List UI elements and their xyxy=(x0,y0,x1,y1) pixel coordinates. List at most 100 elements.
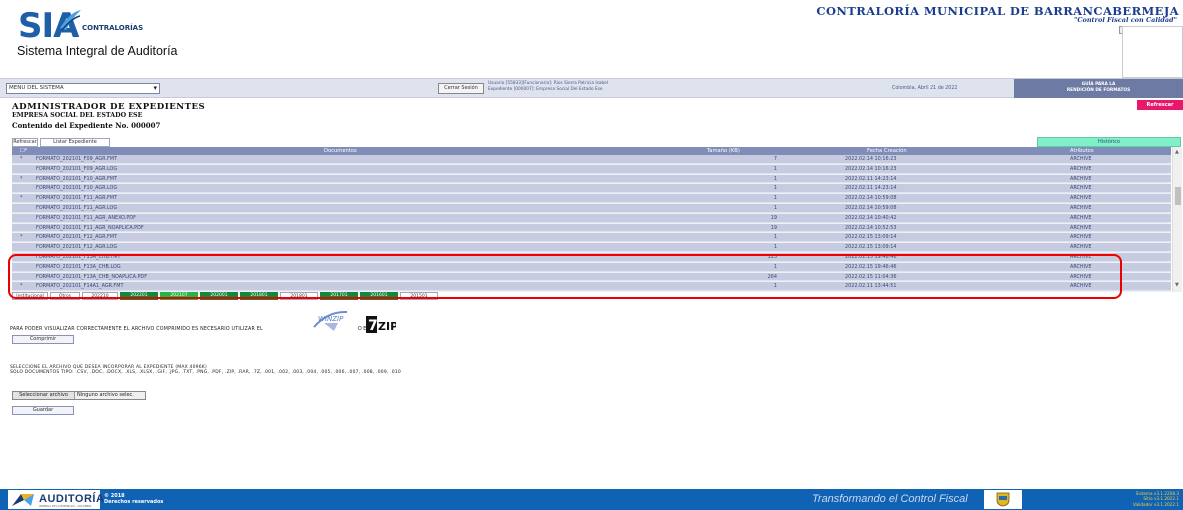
document-attributes: ARCHIVE xyxy=(1070,214,1092,221)
document-size: 19 xyxy=(770,224,777,231)
document-name[interactable]: FORMATO_202101_F11_AGR.FMT xyxy=(36,194,117,203)
row-star-marker: * xyxy=(20,195,23,202)
compress-button[interactable]: Comprimir xyxy=(12,335,74,344)
table-row[interactable]: * FORMATO_202101_F09_AGR.FMT 7 2022.02.14 1… xyxy=(12,155,1171,164)
compress-message: PARA PODER VISUALIZAR CORRECTAMENTE EL A… xyxy=(10,327,263,332)
document-size: 1 xyxy=(773,195,777,202)
file-input[interactable]: Seleccionar archivo Ninguno archivo sele… xyxy=(12,391,146,400)
document-attributes: ARCHIVE xyxy=(1070,175,1092,182)
table-row[interactable]: * FORMATO_202101_F10_AGR.FMT 1 2022.02.11 1… xyxy=(12,174,1171,184)
page-title: ADMINISTRADOR DE EXPEDIENTES xyxy=(12,102,206,112)
system-menu-select[interactable]: MENU DEL SISTEMA ▾ xyxy=(6,83,160,94)
row-star-marker: * xyxy=(20,175,23,182)
file-line: Expediente [000007]: Empresa Social Del … xyxy=(488,86,603,92)
document-name[interactable]: FORMATO_202101_F09_AGR.LOG xyxy=(36,165,117,174)
row-star-marker: * xyxy=(20,234,23,241)
creation-date: 2022.02.14 10:16:23 xyxy=(845,156,897,162)
table-row[interactable]: FORMATO_202101_F10_AGR.LOG 1 2022.02.11 14… xyxy=(12,184,1171,194)
format-guide-link[interactable]: GUÍA PARA LA RENDICIÓN DE FORMATOS xyxy=(1014,79,1183,98)
table-row[interactable]: FORMATO_202101_F11_AGR_ANEXO.PDF 19 2022.0… xyxy=(12,213,1171,223)
current-date: Colombia, Abril 21 de 2022 xyxy=(892,86,958,91)
svg-text:7: 7 xyxy=(368,318,378,333)
7zip-logo-icon[interactable]: 7 ZIP xyxy=(366,316,396,333)
document-name[interactable]: FORMATO_202101_F09_AGR.FMT xyxy=(36,155,117,164)
copyright: © 2018 Derechos reservados xyxy=(104,493,163,505)
organization-motto: "Control Fiscal con Calidad" xyxy=(1073,16,1177,24)
table-scrollbar[interactable]: ▲ ▼ xyxy=(1172,147,1182,292)
document-size: 7 xyxy=(773,156,777,162)
winzip-label: WINZIP xyxy=(318,315,344,323)
document-size: 1 xyxy=(773,244,777,251)
no-file-label: Ninguno archivo selec. xyxy=(77,392,134,398)
version-info: Sistema v3.1.2208.3 Sitio v3.1.2022.1 Va… xyxy=(1133,491,1179,507)
list-file-button[interactable]: Listar Expediente xyxy=(40,138,110,147)
document-size: 1 xyxy=(773,165,777,172)
scroll-down-icon[interactable]: ▼ xyxy=(1175,282,1179,288)
column-attributes[interactable]: Atributos xyxy=(1070,147,1094,155)
table-row[interactable]: * FORMATO_202101_F12_AGR.FMT 1 2022.02.15 1… xyxy=(12,233,1171,243)
creation-date: 2022.02.11 14:23:14 xyxy=(845,175,897,182)
creation-date: 2022.02.14 10:59:08 xyxy=(845,205,897,211)
footer: AUDITORÍA GENERAL DE LA REPÚBLICA · COLO… xyxy=(0,489,1183,510)
table-row[interactable]: * FORMATO_202101_F11_AGR.FMT 1 2022.02.14 1… xyxy=(12,194,1171,203)
auditoria-logo-text: AUDITORÍA xyxy=(39,493,105,505)
document-attributes: ARCHIVE xyxy=(1070,234,1092,241)
creation-date: 2022.02.14 10:40:42 xyxy=(845,214,897,221)
auditoria-logo: AUDITORÍA GENERAL DE LA REPÚBLICA · COLO… xyxy=(8,490,104,509)
highlight-annotation xyxy=(8,254,1122,299)
zip-label: ZIP xyxy=(378,320,396,333)
auditoria-logo-subtext: GENERAL DE LA REPÚBLICA · COLOMBIA xyxy=(39,505,92,508)
table-row[interactable]: FORMATO_202101_F11_AGR.LOG 1 2022.02.14 10… xyxy=(12,204,1171,213)
entity-name: EMPRESA SOCIAL DEL ESTADO ESE xyxy=(12,112,143,119)
document-name[interactable]: FORMATO_202101_F12_AGR.LOG xyxy=(36,243,117,252)
document-attributes: ARCHIVE xyxy=(1070,156,1092,162)
footer-slogan: Transformando el Control Fiscal xyxy=(812,493,968,505)
document-size: 19 xyxy=(770,214,777,221)
document-attributes: ARCHIVE xyxy=(1070,224,1092,231)
app-header: SIA CONTRALORÍAS Sistema Integral de Aud… xyxy=(0,0,1183,78)
document-size: 1 xyxy=(773,175,777,182)
document-name[interactable]: FORMATO_202101_F11_AGR.LOG xyxy=(36,204,117,213)
document-name[interactable]: FORMATO_202101_F12_AGR.FMT xyxy=(36,233,117,242)
document-name[interactable]: FORMATO_202101_F10_AGR.LOG xyxy=(36,184,117,193)
winzip-logo-icon[interactable]: WINZIP xyxy=(312,309,349,331)
logout-button[interactable]: Cerrar Sesión xyxy=(438,83,484,94)
chevron-down-icon: ▾ xyxy=(153,84,157,92)
column-date[interactable]: Fecha Creación xyxy=(867,147,907,155)
save-button[interactable]: Guardar xyxy=(12,406,74,415)
refresh-page-button[interactable]: Refrescar página xyxy=(1137,100,1183,118)
document-name[interactable]: FORMATO_202101_F10_AGR.FMT xyxy=(36,175,117,184)
table-header: ☐* Documentos Tamaño (KB) Fecha Creación… xyxy=(12,147,1171,155)
select-all-checkbox[interactable]: ☐* xyxy=(20,147,27,155)
coat-of-arms-icon xyxy=(984,490,1022,509)
row-star-marker: * xyxy=(20,156,23,162)
scroll-thumb[interactable] xyxy=(1175,187,1181,205)
document-name[interactable]: FORMATO_202101_F11_AGR_ANEXO.PDF xyxy=(36,214,136,223)
logo-subtitle: Sistema Integral de Auditoría xyxy=(17,44,178,58)
column-size[interactable]: Tamaño (KB) xyxy=(707,147,740,155)
logo-brand: CONTRALORÍAS xyxy=(82,24,144,32)
history-button[interactable]: Histórico xyxy=(1037,137,1181,147)
file-content-title: Contenido del Expediente No. 000007 xyxy=(12,121,161,130)
document-name[interactable]: FORMATO_202101_F11_AGR_NOAPLICA.PDF xyxy=(36,224,144,233)
column-documents[interactable]: Documentos xyxy=(324,147,357,155)
table-row[interactable]: FORMATO_202101_F09_AGR.LOG 1 2022.02.14 10… xyxy=(12,164,1171,174)
choose-file-button[interactable]: Seleccionar archivo xyxy=(13,392,75,399)
document-size: 1 xyxy=(773,185,777,192)
document-attributes: ARCHIVE xyxy=(1070,195,1092,202)
table-row[interactable]: FORMATO_202101_F11_AGR_NOAPLICA.PDF 19 202… xyxy=(12,223,1171,233)
upload-instructions: SELECCIONE EL ARCHIVO QUE DESEA INCORPOR… xyxy=(10,365,401,375)
creation-date: 2022.02.15 13:09:14 xyxy=(845,234,897,241)
refresh-button[interactable]: Refrescar xyxy=(12,138,38,147)
scroll-up-icon[interactable]: ▲ xyxy=(1175,149,1179,155)
document-size: 1 xyxy=(773,234,777,241)
logo-swoosh-icon xyxy=(60,10,81,31)
user-info: Usuario [55833][Funcionario]: Rios Sierr… xyxy=(488,81,608,92)
creation-date: 2022.02.14 10:59:08 xyxy=(845,195,897,202)
document-attributes: ARCHIVE xyxy=(1070,244,1092,251)
version-validator: Validador v3.1.2022.1 xyxy=(1132,501,1179,507)
top-bar: MENU DEL SISTEMA ▾ Cerrar Sesión Usuario … xyxy=(0,78,1183,98)
creation-date: 2022.02.14 10:16:23 xyxy=(845,165,897,172)
user-line: Usuario [55833][Funcionario]: Rios Sierr… xyxy=(488,81,609,86)
table-row[interactable]: FORMATO_202101_F12_AGR.LOG 1 2022.02.15 13… xyxy=(12,243,1171,252)
